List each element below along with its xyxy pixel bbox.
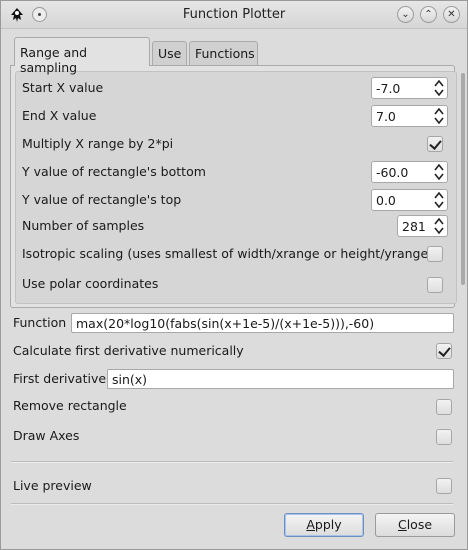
apply-button[interactable]: Apply bbox=[284, 513, 364, 537]
start-x-spinbox[interactable]: -7.0 bbox=[371, 77, 448, 99]
derivative-numeric-checkbox[interactable] bbox=[436, 343, 452, 359]
draw-axes-checkbox[interactable] bbox=[436, 429, 452, 445]
derivative-numeric-label: Calculate first derivative numerically bbox=[13, 343, 244, 358]
scrollbar-thumb[interactable] bbox=[461, 73, 465, 285]
samples-label: Number of samples bbox=[22, 218, 145, 233]
spin-arrows-icon[interactable] bbox=[434, 163, 444, 181]
chevron-up-icon: ⌃ bbox=[424, 9, 433, 20]
function-input[interactable]: max(20*log10(fabs(sin(x+1e-5)/(x+1e-5)))… bbox=[71, 313, 454, 333]
first-derivative-label: First derivative bbox=[13, 371, 107, 386]
first-derivative-input[interactable]: sin(x) bbox=[107, 369, 454, 389]
start-x-label: Start X value bbox=[22, 80, 104, 95]
function-plotter-dialog: Function Plotter ⌄ ⌃ ✕ Range and samplin… bbox=[0, 0, 468, 550]
isotropic-label: Isotropic scaling (uses smallest of widt… bbox=[22, 246, 434, 261]
polar-label: Use polar coordinates bbox=[22, 276, 159, 291]
spin-arrows-icon[interactable] bbox=[434, 217, 444, 235]
tab-use[interactable]: Use bbox=[152, 41, 187, 65]
multiply-2pi-label: Multiply X range by 2*pi bbox=[22, 136, 174, 151]
spin-arrows-icon[interactable] bbox=[434, 191, 444, 209]
samples-value: 281 bbox=[402, 219, 426, 234]
spin-arrows-icon[interactable] bbox=[434, 79, 444, 97]
multiply-2pi-checkbox[interactable] bbox=[427, 136, 443, 152]
remove-rectangle-label: Remove rectangle bbox=[13, 398, 127, 413]
chevron-down-icon: ⌄ bbox=[401, 9, 410, 20]
end-x-spinbox[interactable]: 7.0 bbox=[371, 105, 448, 127]
polar-checkbox[interactable] bbox=[427, 277, 443, 293]
tab-range-and-sampling[interactable]: Range and sampling bbox=[14, 37, 150, 75]
y-bottom-label: Y value of rectangle's bottom bbox=[22, 164, 206, 179]
y-bottom-value: -60.0 bbox=[376, 165, 409, 180]
draw-axes-label: Draw Axes bbox=[13, 428, 80, 443]
title-bar[interactable]: Function Plotter ⌄ ⌃ ✕ bbox=[1, 1, 467, 29]
start-x-value: -7.0 bbox=[376, 81, 401, 96]
function-label: Function bbox=[13, 315, 67, 330]
minimize-button[interactable]: ⌄ bbox=[397, 6, 414, 23]
maximize-button[interactable]: ⌃ bbox=[420, 6, 437, 23]
tab-functions[interactable]: Functions bbox=[189, 41, 258, 65]
y-top-spinbox[interactable]: 0.0 bbox=[371, 189, 448, 211]
y-top-label: Y value of rectangle's top bbox=[22, 192, 182, 207]
end-x-value: 7.0 bbox=[376, 109, 396, 124]
y-bottom-spinbox[interactable]: -60.0 bbox=[371, 161, 448, 183]
samples-spinbox[interactable]: 281 bbox=[397, 215, 448, 237]
isotropic-checkbox[interactable] bbox=[427, 246, 443, 262]
close-icon: ✕ bbox=[447, 9, 456, 20]
divider bbox=[11, 461, 453, 463]
close-button[interactable]: Close bbox=[375, 513, 455, 537]
live-preview-checkbox[interactable] bbox=[436, 478, 452, 494]
live-preview-label: Live preview bbox=[13, 478, 92, 493]
remove-rectangle-checkbox[interactable] bbox=[436, 399, 452, 415]
end-x-label: End X value bbox=[22, 108, 97, 123]
close-window-button[interactable]: ✕ bbox=[443, 6, 460, 23]
y-top-value: 0.0 bbox=[376, 193, 396, 208]
divider bbox=[11, 503, 453, 505]
spin-arrows-icon[interactable] bbox=[434, 107, 444, 125]
